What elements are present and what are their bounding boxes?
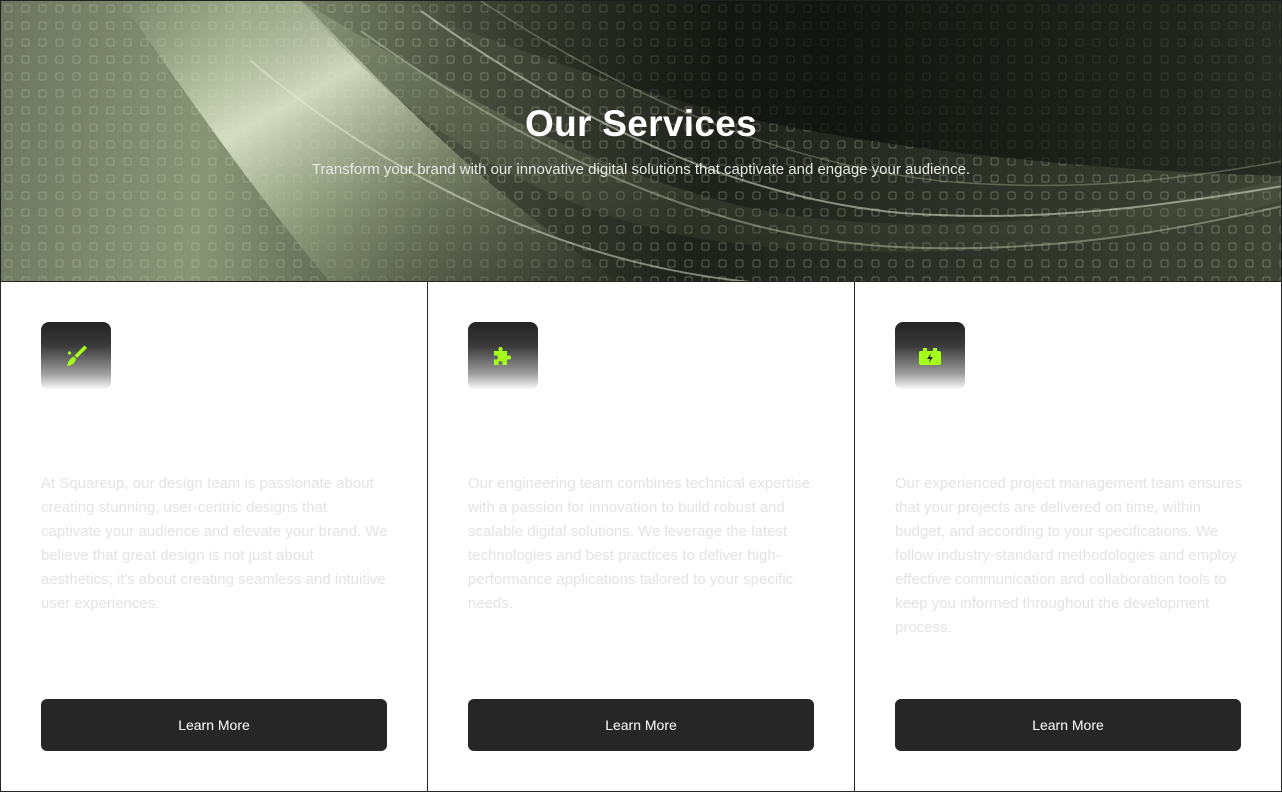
service-card-project-management: Our experienced project management team …	[855, 282, 1281, 791]
service-description: At Squareup, our design team is passiona…	[41, 475, 388, 612]
page-title: Our Services	[525, 103, 757, 144]
puzzle-icon	[494, 347, 511, 365]
service-card-engineering: Our engineering team combines technical …	[428, 282, 855, 791]
page-subtitle: Transform your brand with our innovative…	[311, 161, 971, 178]
learn-more-button[interactable]: Learn More	[41, 699, 387, 751]
service-card-design: At Squareup, our design team is passiona…	[1, 282, 428, 791]
learn-more-button[interactable]: Learn More	[468, 699, 814, 751]
icon-container	[468, 322, 538, 390]
icon-container	[41, 322, 111, 390]
paintbrush-icon	[67, 345, 87, 366]
icon-container	[895, 322, 965, 390]
learn-more-button[interactable]: Learn More	[895, 699, 1241, 751]
services-hero: Our Services Transform your brand with o…	[0, 0, 1282, 282]
service-description: Our engineering team combines technical …	[468, 475, 810, 612]
service-description: Our experienced project management team …	[895, 475, 1242, 636]
battery-charging-icon	[919, 348, 941, 365]
service-cards: At Squareup, our design team is passiona…	[0, 281, 1282, 792]
